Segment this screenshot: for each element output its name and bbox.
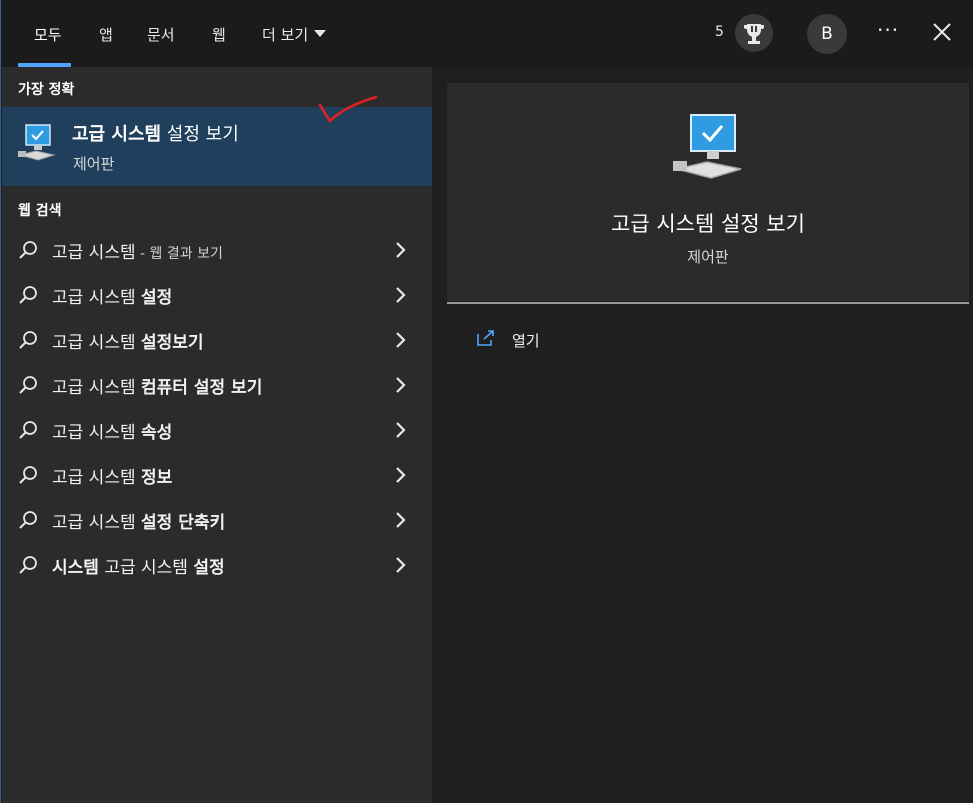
tab-all[interactable]: 모두 bbox=[34, 24, 62, 45]
search-icon bbox=[19, 556, 37, 574]
preview-card: 고급 시스템 설정 보기 제어판 bbox=[447, 83, 969, 301]
search-icon bbox=[19, 331, 37, 349]
result-text: 고급 시스템 bbox=[52, 243, 136, 263]
web-search-heading: 웹 검색 bbox=[18, 203, 62, 219]
result-text-bold: 설정보기 bbox=[141, 333, 204, 353]
chevron-right-icon bbox=[396, 557, 406, 573]
result-text: 고급 시스템 bbox=[52, 513, 142, 533]
search-window: 모두 앱 문서 웹 더 보기 5 B ··· 가장 정확 고급 시스템 설정 보… bbox=[0, 0, 973, 803]
open-label: 열기 bbox=[512, 332, 540, 350]
chevron-down-icon bbox=[314, 30, 327, 37]
best-match-subtitle: 제어판 bbox=[73, 155, 115, 173]
best-match-title-bold: 고급 시스템 bbox=[72, 124, 162, 145]
computer-settings-icon bbox=[18, 124, 56, 161]
tab-apps[interactable]: 앱 bbox=[99, 24, 113, 45]
search-icon bbox=[19, 466, 37, 484]
result-text-bold: 설정 단축키 bbox=[141, 513, 226, 533]
web-result-label: 고급 시스템 속성 bbox=[52, 418, 172, 443]
web-result-row[interactable]: 고급 시스템 설정 단축키 bbox=[2, 498, 432, 542]
web-result-label: 고급 시스템 설정보기 bbox=[52, 328, 204, 353]
result-text-bold: 시스템 bbox=[52, 558, 99, 578]
web-result-label: 고급 시스템 설정 bbox=[52, 283, 172, 308]
preview-title: 고급 시스템 설정 보기 bbox=[611, 212, 805, 236]
result-text-bold: 컴퓨터 설정 보기 bbox=[141, 378, 263, 398]
result-text: 고급 시스템 bbox=[52, 378, 142, 398]
web-result-label: 고급 시스템 설정 단축키 bbox=[52, 508, 225, 533]
tab-web[interactable]: 웹 bbox=[212, 24, 226, 45]
web-result-label: 고급 시스템 컴퓨터 설정 보기 bbox=[52, 373, 262, 398]
web-result-label: 고급 시스템 정보 bbox=[52, 463, 172, 488]
close-icon[interactable] bbox=[930, 20, 954, 44]
results-panel: 가장 정확 고급 시스템 설정 보기 제어판 웹 검색 고급 시스템 - 웹 결… bbox=[2, 67, 432, 803]
result-text: 고급 시스템 bbox=[98, 558, 194, 578]
result-text-bold: 설정 bbox=[141, 288, 173, 308]
computer-settings-icon bbox=[673, 114, 742, 179]
web-result-row[interactable]: 고급 시스템 설정 bbox=[2, 273, 432, 317]
web-result-row[interactable]: 고급 시스템 컴퓨터 설정 보기 bbox=[2, 363, 432, 407]
tab-more[interactable]: 더 보기 bbox=[262, 24, 327, 45]
web-result-row[interactable]: 고급 시스템 - 웹 결과 보기 bbox=[2, 228, 432, 272]
result-hint: - 웹 결과 보기 bbox=[135, 246, 223, 262]
search-icon bbox=[19, 286, 37, 304]
chevron-right-icon bbox=[396, 287, 406, 303]
search-icon bbox=[19, 376, 37, 394]
result-text-bold: 속성 bbox=[141, 423, 173, 443]
web-result-label: 고급 시스템 - 웹 결과 보기 bbox=[52, 238, 223, 263]
preview-panel: 고급 시스템 설정 보기 제어판 열기 bbox=[432, 67, 973, 803]
chevron-right-icon bbox=[396, 467, 406, 483]
search-icon bbox=[19, 241, 37, 259]
chevron-right-icon bbox=[396, 242, 406, 258]
tab-more-label: 더 보기 bbox=[262, 26, 309, 44]
open-external-icon bbox=[477, 330, 494, 346]
chevron-right-icon bbox=[396, 512, 406, 528]
search-icon bbox=[19, 421, 37, 439]
chevron-right-icon bbox=[396, 422, 406, 438]
tab-documents[interactable]: 문서 bbox=[147, 24, 175, 45]
result-text-bold: 정보 bbox=[141, 468, 173, 488]
trophy-icon bbox=[744, 24, 764, 44]
preview-subtitle: 제어판 bbox=[687, 248, 729, 266]
search-icon bbox=[19, 511, 37, 529]
web-result-row[interactable]: 고급 시스템 설정보기 bbox=[2, 318, 432, 362]
result-text: 고급 시스템 bbox=[52, 423, 142, 443]
open-action[interactable]: 열기 bbox=[476, 326, 676, 354]
web-result-row[interactable]: 고급 시스템 속성 bbox=[2, 408, 432, 452]
result-text: 고급 시스템 bbox=[52, 468, 142, 488]
checkmark-annotation-icon bbox=[318, 95, 378, 123]
best-match-title: 고급 시스템 설정 보기 bbox=[72, 120, 239, 146]
chevron-right-icon bbox=[396, 377, 406, 393]
chevron-right-icon bbox=[396, 332, 406, 348]
result-text-bold: 설정 bbox=[193, 558, 225, 578]
top-bar: 모두 앱 문서 웹 더 보기 5 B ··· bbox=[1, 0, 973, 67]
account-avatar[interactable]: B bbox=[807, 14, 847, 54]
rewards-points: 5 bbox=[715, 24, 724, 40]
result-text: 고급 시스템 bbox=[52, 288, 142, 308]
divider bbox=[447, 302, 969, 304]
web-result-row[interactable]: 시스템 고급 시스템 설정 bbox=[2, 543, 432, 587]
web-result-row[interactable]: 고급 시스템 정보 bbox=[2, 453, 432, 497]
more-options-button[interactable]: ··· bbox=[877, 18, 899, 42]
best-match-title-rest: 설정 보기 bbox=[161, 124, 239, 145]
web-result-label: 시스템 고급 시스템 설정 bbox=[52, 553, 225, 578]
best-match-heading: 가장 정확 bbox=[18, 82, 75, 98]
rewards-trophy-button[interactable] bbox=[735, 14, 773, 52]
result-text: 고급 시스템 bbox=[52, 333, 142, 353]
